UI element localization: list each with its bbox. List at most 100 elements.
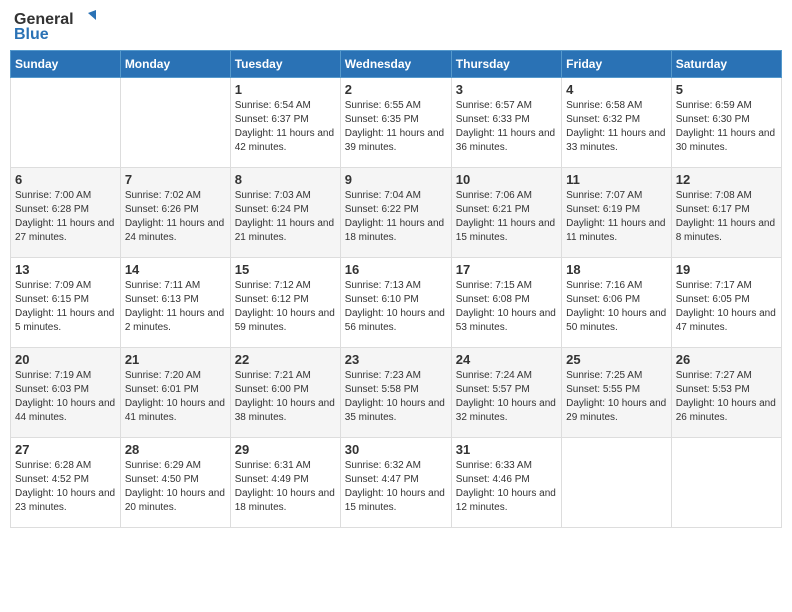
calendar-cell: 31 Sunrise: 6:33 AM Sunset: 4:46 PM Dayli… (451, 438, 561, 528)
day-info: Sunrise: 6:28 AM Sunset: 4:52 PM Dayligh… (15, 459, 116, 515)
weekday-header-friday: Friday (562, 51, 672, 78)
calendar-cell: 3 Sunrise: 6:57 AM Sunset: 6:33 PM Daylig… (451, 78, 561, 168)
calendar-cell: 16Sunrise: 7:13 AM Sunset: 6:10 PM Dayli… (340, 258, 451, 348)
day-info: Sunrise: 6:32 AM Sunset: 4:47 PM Dayligh… (345, 459, 447, 515)
calendar-cell: 15Sunrise: 7:12 AM Sunset: 6:12 PM Dayli… (230, 258, 340, 348)
day-info: Sunrise: 6:57 AM Sunset: 6:33 PM Dayligh… (456, 99, 557, 155)
day-number: 11 (566, 172, 667, 187)
day-info: Sunrise: 7:11 AM Sunset: 6:13 PM Dayligh… (125, 279, 226, 335)
day-number: 21 (125, 352, 226, 367)
day-number: 7 (125, 172, 226, 187)
day-info: Sunrise: 7:25 AM Sunset: 5:55 PM Dayligh… (566, 369, 667, 425)
day-info: Sunrise: 7:23 AM Sunset: 5:58 PM Dayligh… (345, 369, 447, 425)
calendar-cell: 10 Sunrise: 7:06 AM Sunset: 6:21 PM Dayli… (451, 168, 561, 258)
calendar-cell: 12Sunrise: 7:08 AM Sunset: 6:17 PM Dayli… (671, 168, 781, 258)
calendar-cell: 7 Sunrise: 7:02 AM Sunset: 6:26 PM Daylig… (120, 168, 230, 258)
day-number: 25 (566, 352, 667, 367)
day-number: 4 (566, 82, 667, 97)
calendar-cell (562, 438, 672, 528)
day-info: Sunrise: 7:20 AM Sunset: 6:01 PM Dayligh… (125, 369, 226, 425)
calendar-cell: 5 Sunrise: 6:59 AM Sunset: 6:30 PM Daylig… (671, 78, 781, 168)
logo-blue: Blue (14, 26, 49, 44)
day-info: Sunrise: 6:31 AM Sunset: 4:49 PM Dayligh… (235, 459, 336, 515)
day-info: Sunrise: 7:07 AM Sunset: 6:19 PM Dayligh… (566, 189, 667, 245)
page-header: General Blue (10, 10, 782, 44)
day-info: Sunrise: 7:24 AM Sunset: 5:57 PM Dayligh… (456, 369, 557, 425)
day-number: 2 (345, 82, 447, 97)
calendar-cell: 30Sunrise: 6:32 AM Sunset: 4:47 PM Dayli… (340, 438, 451, 528)
weekday-header-row: SundayMondayTuesdayWednesdayThursdayFrid… (11, 51, 782, 78)
day-info: Sunrise: 7:00 AM Sunset: 6:28 PM Dayligh… (15, 189, 116, 245)
calendar-cell: 27 Sunrise: 6:28 AM Sunset: 4:52 PM Dayli… (11, 438, 121, 528)
day-number: 1 (235, 82, 336, 97)
calendar-week-row: 27 Sunrise: 6:28 AM Sunset: 4:52 PM Dayli… (11, 438, 782, 528)
day-number: 13 (15, 262, 116, 277)
logo-text-block: General Blue (14, 10, 96, 44)
calendar-cell: 20 Sunrise: 7:19 AM Sunset: 6:03 PM Dayli… (11, 348, 121, 438)
weekday-header-thursday: Thursday (451, 51, 561, 78)
day-number: 5 (676, 82, 777, 97)
calendar-cell: 8Sunrise: 7:03 AM Sunset: 6:24 PM Daylig… (230, 168, 340, 258)
calendar-cell: 9 Sunrise: 7:04 AM Sunset: 6:22 PM Daylig… (340, 168, 451, 258)
calendar-cell: 11 Sunrise: 7:07 AM Sunset: 6:19 PM Dayli… (562, 168, 672, 258)
calendar-cell: 6Sunrise: 7:00 AM Sunset: 6:28 PM Daylig… (11, 168, 121, 258)
logo-bird-icon (76, 10, 96, 30)
day-info: Sunrise: 7:15 AM Sunset: 6:08 PM Dayligh… (456, 279, 557, 335)
weekday-header-sunday: Sunday (11, 51, 121, 78)
day-info: Sunrise: 7:09 AM Sunset: 6:15 PM Dayligh… (15, 279, 116, 335)
day-number: 3 (456, 82, 557, 97)
calendar-cell: 22 Sunrise: 7:21 AM Sunset: 6:00 PM Dayli… (230, 348, 340, 438)
calendar-cell: 28Sunrise: 6:29 AM Sunset: 4:50 PM Dayli… (120, 438, 230, 528)
day-info: Sunrise: 7:02 AM Sunset: 6:26 PM Dayligh… (125, 189, 226, 245)
calendar-cell: 24 Sunrise: 7:24 AM Sunset: 5:57 PM Dayli… (451, 348, 561, 438)
day-number: 24 (456, 352, 557, 367)
day-number: 27 (15, 442, 116, 457)
day-info: Sunrise: 6:55 AM Sunset: 6:35 PM Dayligh… (345, 99, 447, 155)
calendar-week-row: 1 Sunrise: 6:54 AM Sunset: 6:37 PM Daylig… (11, 78, 782, 168)
day-info: Sunrise: 6:58 AM Sunset: 6:32 PM Dayligh… (566, 99, 667, 155)
day-number: 28 (125, 442, 226, 457)
calendar-cell: 25 Sunrise: 7:25 AM Sunset: 5:55 PM Dayli… (562, 348, 672, 438)
calendar-cell: 19 Sunrise: 7:17 AM Sunset: 6:05 PM Dayli… (671, 258, 781, 348)
calendar-cell: 13 Sunrise: 7:09 AM Sunset: 6:15 PM Dayli… (11, 258, 121, 348)
weekday-header-tuesday: Tuesday (230, 51, 340, 78)
day-info: Sunrise: 7:19 AM Sunset: 6:03 PM Dayligh… (15, 369, 116, 425)
day-info: Sunrise: 7:06 AM Sunset: 6:21 PM Dayligh… (456, 189, 557, 245)
calendar-cell: 4 Sunrise: 6:58 AM Sunset: 6:32 PM Daylig… (562, 78, 672, 168)
weekday-header-monday: Monday (120, 51, 230, 78)
day-number: 9 (345, 172, 447, 187)
day-number: 22 (235, 352, 336, 367)
calendar-cell (120, 78, 230, 168)
day-info: Sunrise: 6:33 AM Sunset: 4:46 PM Dayligh… (456, 459, 557, 515)
calendar-week-row: 13 Sunrise: 7:09 AM Sunset: 6:15 PM Dayli… (11, 258, 782, 348)
day-info: Sunrise: 7:27 AM Sunset: 5:53 PM Dayligh… (676, 369, 777, 425)
day-number: 20 (15, 352, 116, 367)
calendar-cell: 14 Sunrise: 7:11 AM Sunset: 6:13 PM Dayli… (120, 258, 230, 348)
calendar-week-row: 6Sunrise: 7:00 AM Sunset: 6:28 PM Daylig… (11, 168, 782, 258)
day-number: 19 (676, 262, 777, 277)
day-number: 14 (125, 262, 226, 277)
calendar-cell: 26 Sunrise: 7:27 AM Sunset: 5:53 PM Dayli… (671, 348, 781, 438)
day-number: 17 (456, 262, 557, 277)
day-info: Sunrise: 7:04 AM Sunset: 6:22 PM Dayligh… (345, 189, 447, 245)
calendar-cell: 23 Sunrise: 7:23 AM Sunset: 5:58 PM Dayli… (340, 348, 451, 438)
day-info: Sunrise: 7:17 AM Sunset: 6:05 PM Dayligh… (676, 279, 777, 335)
day-info: Sunrise: 6:54 AM Sunset: 6:37 PM Dayligh… (235, 99, 336, 155)
calendar-cell (671, 438, 781, 528)
day-number: 12 (676, 172, 777, 187)
calendar-table: SundayMondayTuesdayWednesdayThursdayFrid… (10, 50, 782, 528)
logo: General Blue (14, 10, 96, 44)
calendar-cell: 21 Sunrise: 7:20 AM Sunset: 6:01 PM Dayli… (120, 348, 230, 438)
day-number: 23 (345, 352, 447, 367)
day-info: Sunrise: 6:59 AM Sunset: 6:30 PM Dayligh… (676, 99, 777, 155)
day-number: 26 (676, 352, 777, 367)
day-number: 15 (235, 262, 336, 277)
weekday-header-saturday: Saturday (671, 51, 781, 78)
day-number: 10 (456, 172, 557, 187)
day-number: 31 (456, 442, 557, 457)
day-info: Sunrise: 7:03 AM Sunset: 6:24 PM Dayligh… (235, 189, 336, 245)
day-info: Sunrise: 7:21 AM Sunset: 6:00 PM Dayligh… (235, 369, 336, 425)
calendar-cell: 1 Sunrise: 6:54 AM Sunset: 6:37 PM Daylig… (230, 78, 340, 168)
weekday-header-wednesday: Wednesday (340, 51, 451, 78)
day-info: Sunrise: 7:16 AM Sunset: 6:06 PM Dayligh… (566, 279, 667, 335)
